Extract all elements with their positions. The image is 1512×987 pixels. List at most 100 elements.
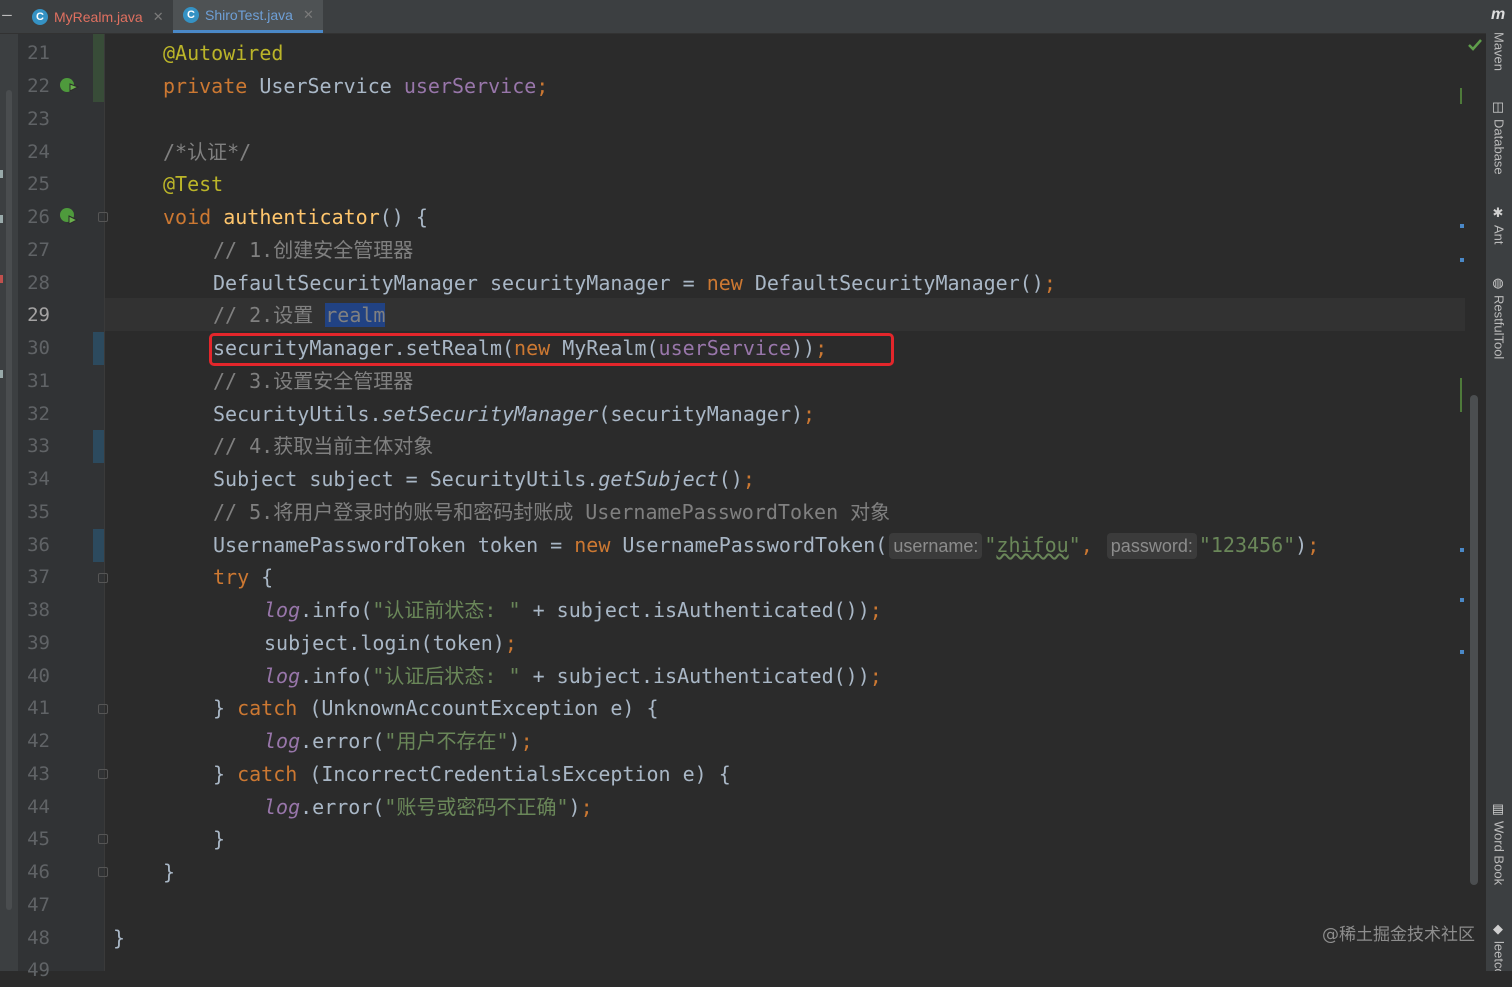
maven-tool-button[interactable]: Maven [1488, 32, 1510, 71]
comment: /*认证*/ [163, 140, 252, 164]
change-stripe[interactable] [1460, 378, 1462, 412]
inspection-ok-icon[interactable] [1466, 36, 1484, 54]
vcs-change-marker[interactable] [93, 529, 104, 562]
line-number: 37 [27, 566, 50, 588]
keyword: void [163, 205, 212, 229]
line-number: 45 [27, 828, 50, 850]
close-icon[interactable]: ✕ [303, 7, 314, 23]
change-stripe[interactable] [1460, 650, 1464, 654]
line-number: 28 [27, 272, 50, 294]
line-number: 40 [27, 665, 50, 687]
code-text: } [213, 762, 238, 786]
code-text: .error( [300, 795, 385, 819]
tab-myrealm[interactable]: C MyRealm.java ✕ [32, 0, 170, 33]
code-text: ) [508, 729, 521, 753]
line-number: 26 [27, 206, 50, 228]
comment: // 5.将用户登录时的账号和密码封账成 UsernamePasswordTok… [213, 500, 891, 524]
change-stripe[interactable] [1460, 598, 1464, 602]
semicolon: ; [536, 74, 549, 98]
line-number: 36 [27, 534, 50, 556]
tool-label: Ant [1491, 225, 1507, 245]
change-stripe[interactable] [1460, 88, 1462, 104]
tool-label: Word Book [1491, 821, 1507, 886]
line-number: 42 [27, 730, 50, 752]
book-icon: ▤ [1491, 802, 1507, 817]
annotation: @Test [163, 172, 224, 196]
code-line-48: } [113, 922, 125, 955]
code-line-46: } [163, 856, 175, 889]
code-line-45: } [213, 823, 225, 856]
code-line-44: log.error("账号或密码不正确"); [264, 791, 593, 824]
code-text: .info( [300, 664, 373, 688]
code-line-21: @Autowired [163, 37, 283, 70]
log-field: log [264, 729, 301, 753]
change-stripe[interactable] [1460, 548, 1464, 552]
tool-label: Database [1491, 119, 1507, 175]
code-text: } [163, 860, 176, 884]
restfultool-button[interactable]: ◍ RestfulTool [1488, 276, 1510, 359]
semicolon: ; [742, 467, 755, 491]
static-method: setSecurityManager [381, 402, 599, 426]
vcs-change-marker[interactable] [93, 34, 104, 102]
tab-menu-icon[interactable]: – [0, 0, 14, 33]
line-number: 34 [27, 468, 50, 490]
line-number: 44 [27, 796, 50, 818]
semicolon: ; [504, 631, 517, 655]
vcs-change-marker[interactable] [93, 430, 104, 463]
globe-icon: ◍ [1491, 276, 1507, 291]
maven-icon: m [1491, 6, 1506, 23]
java-class-icon: C [32, 8, 48, 25]
code-line-39: subject.login(token); [264, 627, 517, 660]
ant-tool-button[interactable]: ✱ Ant [1488, 206, 1510, 245]
code-line-35: // 5.将用户登录时的账号和密码封账成 UsernamePasswordTok… [213, 496, 890, 529]
close-icon[interactable]: ✕ [153, 9, 164, 25]
code-text: ) [568, 795, 581, 819]
line-number: 21 [27, 42, 50, 64]
string-literal: "账号或密码不正确" [384, 795, 569, 819]
code-line-41: } catch (UnknownAccountException e) { [213, 692, 659, 725]
code-text: () { [379, 205, 428, 229]
code-line-42: log.error("用户不存在"); [264, 725, 533, 758]
ant-icon: ✱ [1491, 206, 1507, 221]
code-text: } [213, 827, 226, 851]
left-marker [0, 370, 3, 378]
tab-shirotest[interactable]: C ShiroTest.java ✕ [173, 0, 323, 33]
code-line-27: // 1.创建安全管理器 [213, 234, 413, 267]
code-line-25: @Test [163, 168, 223, 201]
vertical-scrollbar[interactable] [1470, 395, 1478, 885]
left-scroll-track [6, 90, 12, 910]
field-name: userService [403, 74, 537, 98]
code-text: } [213, 696, 238, 720]
code-text: { [249, 565, 274, 589]
code-text: (securityManager) [598, 402, 804, 426]
line-number: 22 [27, 75, 50, 97]
line-number: 46 [27, 861, 50, 883]
database-tool-button[interactable]: ◫ Database [1488, 100, 1510, 175]
run-test-icon[interactable] [58, 205, 80, 227]
string-literal: "认证后状态: " [372, 664, 521, 688]
semicolon: ; [869, 664, 882, 688]
run-test-icon[interactable] [58, 74, 80, 96]
line-number: 23 [27, 108, 50, 130]
change-stripe[interactable] [1460, 224, 1464, 228]
code-line-34: Subject subject = SecurityUtils.getSubje… [213, 463, 755, 496]
code-text: Subject subject = SecurityUtils. [213, 467, 599, 491]
semicolon: ; [580, 795, 593, 819]
log-field: log [264, 664, 301, 688]
line-number: 25 [27, 173, 50, 195]
wordbook-tool-button[interactable]: ▤ Word Book [1488, 802, 1510, 885]
vcs-change-marker[interactable] [93, 332, 104, 365]
code-line-40: log.info("认证后状态: " + subject.isAuthentic… [264, 660, 882, 693]
selected-text[interactable]: realm [325, 303, 386, 327]
keyword: catch [237, 762, 298, 786]
code-line-36: UsernamePasswordToken token = new Userna… [213, 529, 1319, 562]
tab-label: ShiroTest.java [205, 7, 293, 23]
comment: // 2.设置 [213, 303, 326, 327]
code-text: + subject.isAuthenticated()) [520, 598, 870, 622]
leetcode-tool-button[interactable]: ◆ leetcode [1488, 922, 1510, 971]
tool-label: Maven [1491, 32, 1507, 72]
change-stripe[interactable] [1460, 258, 1464, 262]
code-text: DefaultSecurityManager() [742, 271, 1044, 295]
editor-tab-bar: – C MyRealm.java ✕ C ShiroTest.java ✕ [0, 0, 1512, 34]
method-name: authenticator [223, 205, 380, 229]
